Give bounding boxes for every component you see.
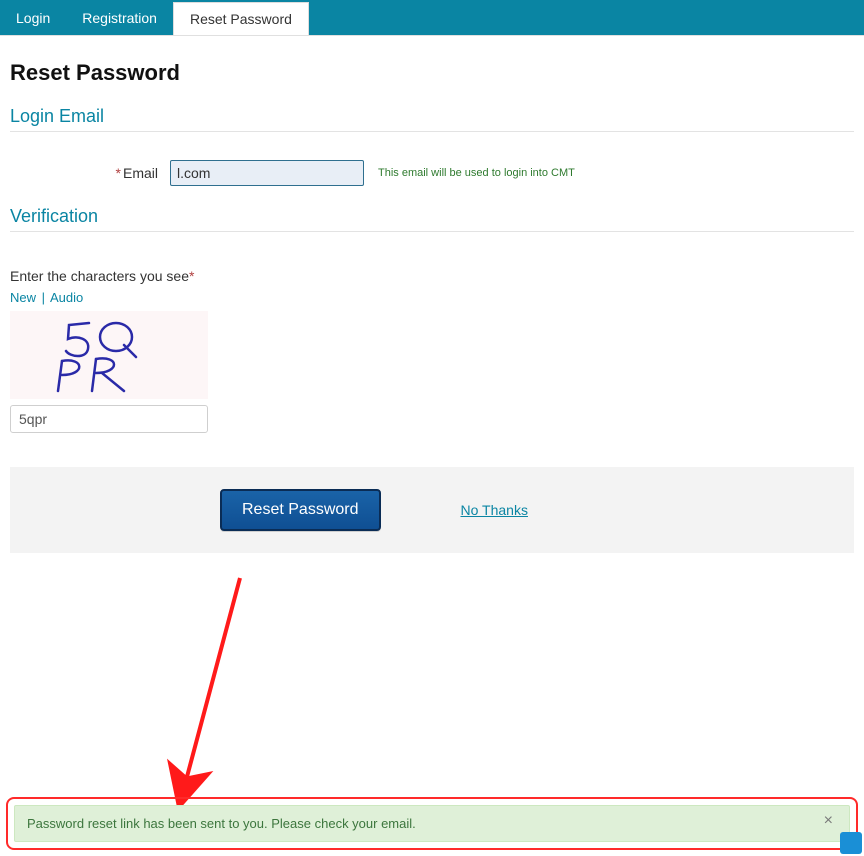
pipe-divider: |	[42, 290, 45, 305]
tab-registration[interactable]: Registration	[66, 0, 173, 35]
tab-bar: Login Registration Reset Password	[0, 0, 864, 36]
alert-close-button[interactable]: ×	[818, 812, 839, 830]
tab-login[interactable]: Login	[0, 0, 66, 35]
corner-widget-icon[interactable]	[840, 832, 862, 854]
captcha-label: Enter the characters you see*	[10, 268, 854, 284]
email-field-row: *Email This email will be used to login …	[10, 160, 854, 186]
divider	[10, 131, 854, 132]
alert-callout: Password reset link has been sent to you…	[6, 797, 858, 850]
captcha-image	[10, 311, 208, 399]
captcha-input[interactable]	[10, 405, 208, 433]
tab-reset-password[interactable]: Reset Password	[173, 2, 309, 35]
captcha-new-link[interactable]: New	[10, 290, 36, 305]
required-asterisk: *	[116, 165, 121, 181]
captcha-label-text: Enter the characters you see	[10, 268, 189, 284]
reset-password-button[interactable]: Reset Password	[220, 489, 381, 531]
callout-arrow-icon	[140, 570, 260, 810]
captcha-audio-link[interactable]: Audio	[50, 290, 83, 305]
email-label: *Email	[10, 165, 170, 181]
no-thanks-link[interactable]: No Thanks	[461, 502, 528, 518]
divider	[10, 231, 854, 232]
email-label-text: Email	[123, 165, 158, 181]
required-asterisk: *	[189, 268, 194, 284]
alert-text: Password reset link has been sent to you…	[27, 816, 416, 831]
action-bar: Reset Password No Thanks	[10, 467, 854, 553]
section-login-email: Login Email	[10, 106, 854, 127]
email-help-text: This email will be used to login into CM…	[378, 167, 575, 179]
section-verification: Verification	[10, 206, 854, 227]
page-title: Reset Password	[10, 60, 854, 86]
email-input[interactable]	[170, 160, 364, 186]
alert-success: Password reset link has been sent to you…	[14, 805, 850, 842]
